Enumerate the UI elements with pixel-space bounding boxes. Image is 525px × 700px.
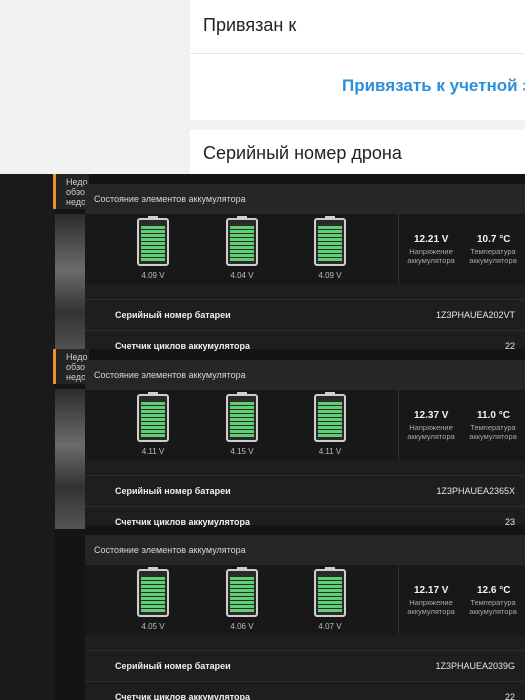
battery-temp-value: 10.7 °C	[477, 234, 511, 245]
bound-to-row: Привязан к	[190, 0, 525, 54]
warning-text-line: обзо	[66, 362, 85, 372]
battery-temp-label: Температура аккумулятора	[469, 247, 517, 265]
battery-serial-label: Серийный номер батареи	[115, 310, 231, 320]
battery-cycles-value: 22	[504, 341, 515, 351]
cell-voltage: 4.09 V	[318, 271, 342, 280]
battery-temp-label: Температура аккумулятора	[469, 423, 517, 441]
warning-text-line: недо	[66, 197, 87, 207]
battery-stats: 12.21 V Напряжение аккумулятора 10.7 °C …	[398, 214, 525, 284]
battery-cycles-label: Счетчик циклов аккумулятора	[115, 692, 251, 700]
battery-cell-icon	[226, 567, 258, 617]
battery-cycles-label: Счетчик циклов аккумулятора	[115, 517, 251, 527]
battery-cycles-row: Счетчик циклов аккумулятора 22	[85, 330, 525, 360]
battery-serial-value: 1Z3PHAUEA2365X	[436, 486, 515, 496]
settings-card: Привязан к Привязать к учетной з Серийны…	[0, 0, 525, 174]
section-divider	[190, 120, 525, 130]
left-blank-area	[0, 0, 190, 174]
warning-notice: Недо обзо недо	[53, 349, 89, 384]
battery-temp-value: 12.6 °C	[477, 585, 511, 596]
battery-stats: 12.17 V Напряжение аккумулятора 12.6 °C …	[398, 565, 525, 635]
warning-notice: Недо обзо недо	[53, 174, 89, 209]
battery-cycles-row: Счетчик циклов аккумулятора 23	[85, 506, 525, 536]
battery-serial-label: Серийный номер батареи	[115, 661, 231, 671]
cell-voltage: 4.11 V	[141, 447, 165, 456]
warning-text-line: недо	[66, 372, 87, 382]
battery-cycles-row: Счетчик циклов аккумулятора 22	[85, 681, 525, 700]
warning-text-line: обзо	[66, 187, 85, 197]
background-image	[55, 214, 85, 354]
cell-status-title: Состояние элементов аккумулятора	[94, 194, 246, 204]
battery-cell-icon	[137, 216, 169, 266]
battery-voltage-label: Напряжение аккумулятора	[407, 423, 455, 441]
battery-cell-icon	[137, 567, 169, 617]
link-account-row[interactable]: Привязать к учетной з	[190, 54, 525, 120]
battery-voltage-label: Напряжение аккумулятора	[407, 598, 455, 616]
battery-serial-row: Серийный номер батареи 1Z3PHAUEA202VT	[85, 299, 525, 329]
drone-serial-row: Серийный номер дрона	[190, 130, 525, 174]
battery-temp-value: 11.0 °C	[477, 410, 510, 421]
settings-list: Привязан к Привязать к учетной з Серийны…	[190, 0, 525, 174]
cell-status-title: Состояние элементов аккумулятора	[94, 545, 246, 555]
battery-cell-icon	[226, 392, 258, 442]
battery-voltage-value: 12.21 V	[414, 234, 449, 245]
cell-voltage: 4.15 V	[230, 447, 254, 456]
cell-voltage: 4.06 V	[230, 622, 254, 631]
background-image	[55, 389, 85, 529]
cell-voltage: 4.11 V	[318, 447, 342, 456]
battery-serial-row: Серийный номер батареи 1Z3PHAUEA2039G	[85, 650, 525, 680]
bound-to-label: Привязан к	[203, 15, 297, 35]
battery-voltage-value: 12.37 V	[414, 410, 449, 421]
left-dark-strip	[0, 174, 55, 700]
cell-status-title: Состояние элементов аккумулятора	[94, 370, 246, 380]
battery-cell-icon	[314, 392, 346, 442]
battery-cell-icon	[137, 392, 169, 442]
battery-voltage-label: Напряжение аккумулятора	[407, 247, 455, 265]
battery-cell-icon	[314, 216, 346, 266]
panel-header: Состояние элементов аккумулятора	[85, 535, 525, 565]
link-account-button[interactable]: Привязать к учетной з	[342, 76, 525, 96]
battery-cell-icon	[226, 216, 258, 266]
battery-cycles-value: 23	[504, 517, 515, 527]
battery-panel: Состояние элементов аккумулятора 4.05 V …	[85, 535, 525, 700]
battery-info-background: Недо обзо недо Недо обзо недо Состояние …	[0, 174, 525, 700]
battery-stats: 12.37 V Напряжение аккумулятора 11.0 °C …	[398, 390, 525, 460]
battery-cycles-label: Счетчик циклов аккумулятора	[115, 341, 251, 351]
battery-panel: Состояние элементов аккумулятора 4.09 V …	[85, 184, 525, 351]
battery-serial-row: Серийный номер батареи 1Z3PHAUEA2365X	[85, 475, 525, 505]
drone-serial-label: Серийный номер дрона	[203, 143, 402, 163]
battery-cell-icon	[314, 567, 346, 617]
battery-panel: Состояние элементов аккумулятора 4.11 V …	[85, 360, 525, 527]
battery-serial-value: 1Z3PHAUEA2039G	[435, 661, 515, 671]
battery-voltage-value: 12.17 V	[414, 585, 449, 596]
panel-header: Состояние элементов аккумулятора	[85, 184, 525, 214]
battery-serial-value: 1Z3PHAUEA202VT	[435, 310, 515, 320]
panel-header: Состояние элементов аккумулятора	[85, 360, 525, 390]
cell-voltage: 4.05 V	[141, 622, 165, 631]
cell-voltage: 4.04 V	[230, 271, 254, 280]
battery-serial-label: Серийный номер батареи	[115, 486, 231, 496]
cell-voltage: 4.09 V	[141, 271, 165, 280]
battery-cycles-value: 22	[504, 692, 515, 700]
battery-temp-label: Температура аккумулятора	[469, 598, 517, 616]
cell-voltage: 4.07 V	[318, 622, 342, 631]
